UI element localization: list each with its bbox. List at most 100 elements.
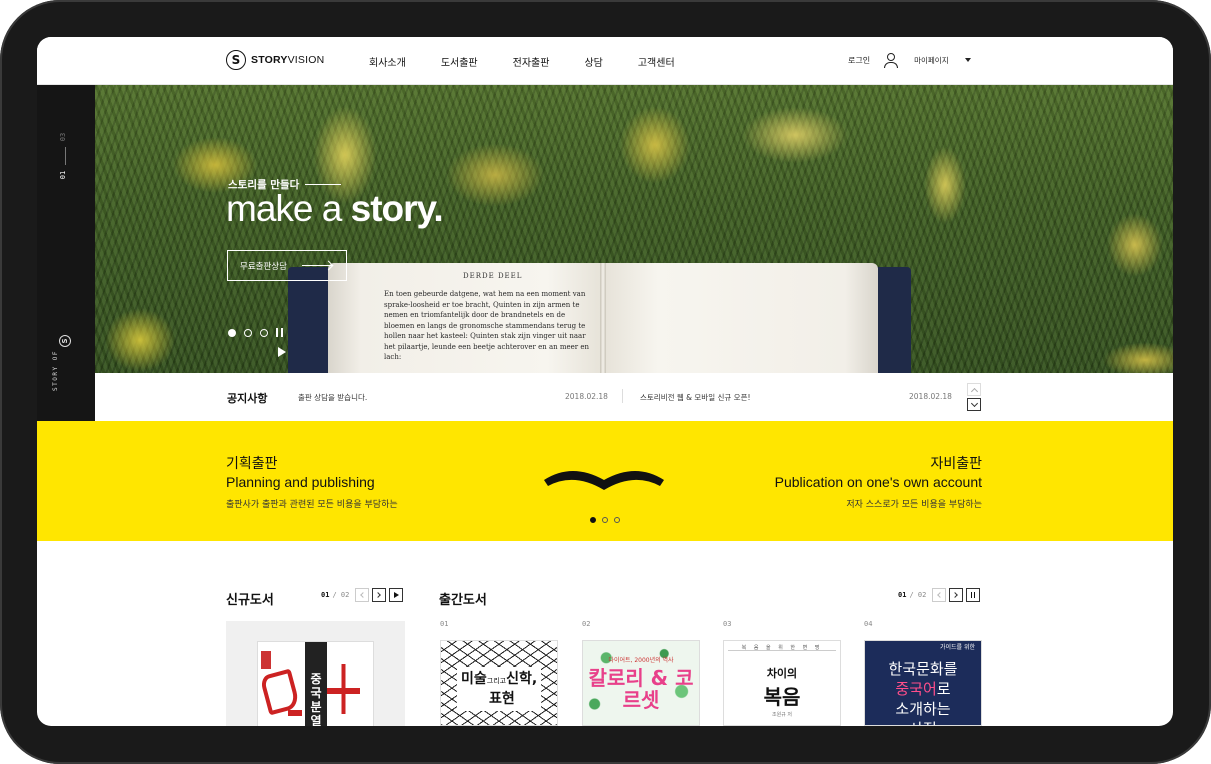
chevron-right-icon xyxy=(375,592,382,598)
title-line: 소개하는 xyxy=(895,700,951,718)
mypage-link[interactable]: 마이페이지 xyxy=(914,55,949,66)
title-line: 한국문화를 xyxy=(888,660,958,678)
book-card[interactable]: 가이드를 위한 한국문화를중국어로소개하는사전 xyxy=(864,640,982,726)
new-books-pager: 01 / 02 xyxy=(321,588,404,602)
nav-item-books[interactable]: 도서출판 xyxy=(441,54,478,69)
tablet-frame: S STORYVISION 회사소개 도서출판 전자출판 상담 고객센터 로그인… xyxy=(0,0,1211,764)
service-dot-2[interactable] xyxy=(602,517,608,523)
service-dot-1[interactable] xyxy=(590,517,596,523)
new-book-card[interactable]: 중국분열 xyxy=(226,621,405,726)
nav-item-company[interactable]: 회사소개 xyxy=(369,54,406,69)
notice-prev-button[interactable] xyxy=(967,383,981,396)
planning-title[interactable]: 기획출판 xyxy=(226,453,278,473)
hero-title-light: make a xyxy=(226,188,351,229)
book-card[interactable]: 다이어트, 2000년의 역사 칼로리 & 코르셋 xyxy=(582,640,700,726)
book-cover-title: 복음 xyxy=(763,685,801,709)
chevron-left-icon xyxy=(937,592,944,598)
published-books-title: 출간도서 xyxy=(439,593,487,608)
screen: S STORYVISION 회사소개 도서출판 전자출판 상담 고객센터 로그인… xyxy=(37,37,1173,726)
notice-item[interactable]: 출판 상담을 받습니다. xyxy=(298,392,367,403)
user-icon[interactable] xyxy=(884,53,899,68)
pager-total: / 02 xyxy=(332,591,350,599)
notice-bar: 공지사항 출판 상담을 받습니다. 2018.02.18 스토리비전 웹 & 모… xyxy=(95,373,1173,421)
slide-dot-3[interactable] xyxy=(260,328,268,337)
login-link[interactable]: 로그인 xyxy=(848,55,870,66)
chevron-right-icon xyxy=(952,592,959,598)
notice-next-button[interactable] xyxy=(967,398,981,411)
free-consult-label: 무료출판상담 xyxy=(240,262,287,272)
book-number: 03 xyxy=(723,620,732,628)
notice-date: 2018.02.18 xyxy=(909,392,952,401)
title-part: 미술 xyxy=(461,671,487,687)
story-logo-icon: S xyxy=(59,335,71,347)
play-icon[interactable] xyxy=(278,347,286,357)
logo-mark-icon: S xyxy=(226,50,246,70)
book-card[interactable]: 복 음 을 위 한 변 명 차이의 복음 조원규 저 xyxy=(723,640,841,726)
book-cover-title: 한국문화를중국어로소개하는사전 xyxy=(865,659,981,725)
self-publish-title-en: Publication on one's own account xyxy=(774,474,982,490)
play-button[interactable] xyxy=(389,588,404,602)
nav-item-ebooks[interactable]: 전자출판 xyxy=(513,54,550,69)
pause-icon[interactable] xyxy=(276,328,283,337)
title-line: 로 xyxy=(936,680,951,698)
new-books-title: 신규도서 xyxy=(226,593,274,608)
title-part: 표현 xyxy=(489,691,515,707)
book-cover-subtitle: 차이의 xyxy=(766,667,798,680)
book-text: En toen gebeurde datgene, wat hem na een… xyxy=(384,290,590,361)
book-cover-subtitle: 다이어트, 2000년의 역사 xyxy=(608,657,674,664)
book-cover-tag: 가이드를 위한 xyxy=(939,644,975,651)
book-card[interactable]: 미술그리고신학, 표현 xyxy=(440,640,558,726)
services-band: 기획출판 Planning and publishing 출판사가 출판과 관련… xyxy=(37,421,1173,541)
self-publish-title[interactable]: 자비출판 xyxy=(930,453,982,473)
hero-banner: DERDE DEEL En toen gebeurde datgene, wat… xyxy=(95,85,1173,373)
book-cover-title: 칼로리 & 코르셋 xyxy=(588,666,694,712)
chevron-up-icon xyxy=(970,387,979,396)
notice-date: 2018.02.18 xyxy=(565,392,608,401)
hero-title-bold: story. xyxy=(350,188,444,229)
book-cover-author: 조원규 저 xyxy=(772,712,792,718)
title-line: 사전 xyxy=(909,720,937,725)
logo[interactable]: S STORYVISION xyxy=(226,50,324,70)
self-publish-desc: 저자 스스로가 모든 비용을 부담하는 xyxy=(846,500,982,510)
arrow-right-icon xyxy=(302,265,332,266)
notice-divider xyxy=(622,389,623,403)
free-consult-button[interactable]: 무료출판상담 xyxy=(227,250,347,281)
book-cover-title: 중국분열 xyxy=(310,672,322,726)
site-header: S STORYVISION 회사소개 도서출판 전자출판 상담 고객센터 로그인… xyxy=(37,37,1173,85)
slide-divider xyxy=(65,147,66,165)
book-number: 02 xyxy=(582,620,591,628)
pager-total-value: 02 xyxy=(917,591,927,599)
logo-text: STORYVISION xyxy=(251,54,324,66)
slide-dot-1[interactable] xyxy=(228,328,236,337)
nav-item-support[interactable]: 고객센터 xyxy=(638,54,675,69)
slide-sidebar: 03 01 S STORY OF xyxy=(37,85,95,421)
book-cover: 중국분열 xyxy=(257,641,374,726)
nav-item-consult[interactable]: 상담 xyxy=(584,54,602,69)
published-pager: 01 / 02 xyxy=(898,588,981,602)
main-nav: 회사소개 도서출판 전자출판 상담 고객센터 xyxy=(369,54,710,69)
pager-current: 01 xyxy=(321,591,330,599)
notice-title: 공지사항 xyxy=(227,392,268,405)
prev-button[interactable] xyxy=(932,588,947,602)
book-icon xyxy=(544,471,664,490)
pager-total: / 02 xyxy=(909,591,927,599)
book-heading: DERDE DEEL xyxy=(463,272,523,280)
notice-item[interactable]: 스토리비전 웹 & 모바일 신규 오픈! xyxy=(640,392,750,403)
book-number: 04 xyxy=(864,620,873,628)
next-button[interactable] xyxy=(372,588,387,602)
book-cover-series: 복 음 을 위 한 변 명 xyxy=(728,644,836,651)
header-utility: 로그인 마이페이지 xyxy=(848,53,971,68)
slide-dot-2[interactable] xyxy=(244,328,252,337)
next-button[interactable] xyxy=(949,588,964,602)
story-of-label: STORY OF xyxy=(51,350,59,391)
pause-button[interactable] xyxy=(966,588,981,602)
prev-button[interactable] xyxy=(355,588,370,602)
chevron-down-icon[interactable] xyxy=(964,58,971,62)
slide-indicators xyxy=(228,328,283,337)
logo-text-light: VISION xyxy=(287,54,325,66)
planning-desc: 출판사가 출판과 관련된 모든 비용을 부담하는 xyxy=(226,500,398,510)
hero-title: make a story. xyxy=(226,188,444,230)
service-dot-3[interactable] xyxy=(614,517,620,523)
service-indicators xyxy=(590,517,620,523)
book-cover-title: 미술그리고신학, 표현 xyxy=(457,667,542,711)
